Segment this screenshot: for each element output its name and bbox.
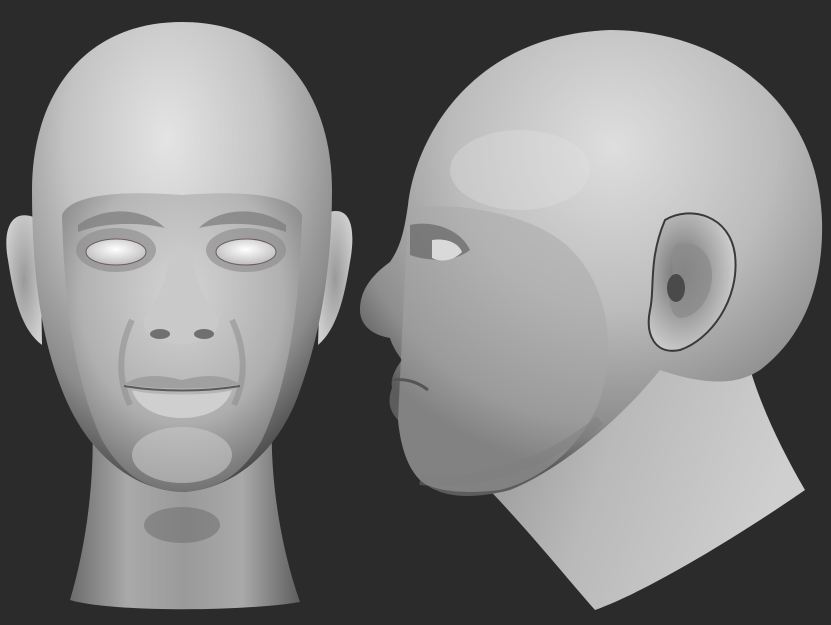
sculpt-viewport[interactable] (0, 0, 831, 625)
head-render-canvas (6, 22, 823, 610)
side-head-view (360, 30, 823, 610)
front-right-eye (215, 238, 277, 266)
front-head-view (6, 22, 353, 610)
front-left-eye (85, 238, 147, 266)
